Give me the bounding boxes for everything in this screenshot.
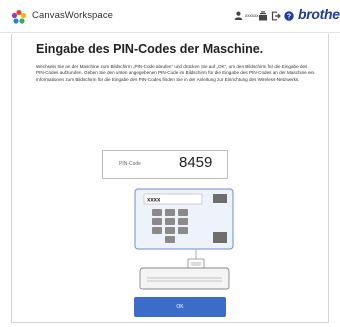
svg-text:?: ? [287, 14, 291, 21]
app-title: CanvasWorkspace [32, 10, 114, 21]
page-title: Eingabe des PIN-Codes der Maschine. [36, 42, 264, 56]
pin-code-value: 8459 [179, 154, 213, 171]
user-name: xxxxxx [245, 13, 259, 18]
pin-code-label: PIN-Code [119, 161, 141, 167]
layers-icon[interactable] [258, 11, 268, 21]
logout-icon[interactable] [271, 11, 281, 21]
brother-logo: brother [298, 6, 340, 22]
instructions-text: Wechseln Sie an der Maschine zum Bildsch… [36, 64, 316, 82]
help-icon[interactable]: ? [284, 11, 294, 21]
user-icon [234, 11, 243, 20]
pin-dialog: Eingabe des PIN-Codes der Maschine. Wech… [11, 34, 329, 323]
screen-pin-placeholder: xxxx [147, 198, 161, 204]
cutting-machine-illustration [139, 258, 230, 290]
app-header: CanvasWorkspace xxxxxx ? brother [0, 0, 340, 33]
machine-illustration: xxxx [134, 188, 234, 290]
machine-screen-illustration: xxxx [134, 188, 234, 250]
ok-button[interactable]: OK [134, 297, 226, 317]
user-menu[interactable]: xxxxxx [234, 11, 259, 20]
page: CanvasWorkspace xxxxxx ? brother Eingabe… [0, 0, 340, 327]
pin-code-box: PIN-Code 8459 [102, 150, 228, 179]
canvasworkspace-logo [11, 9, 27, 24]
